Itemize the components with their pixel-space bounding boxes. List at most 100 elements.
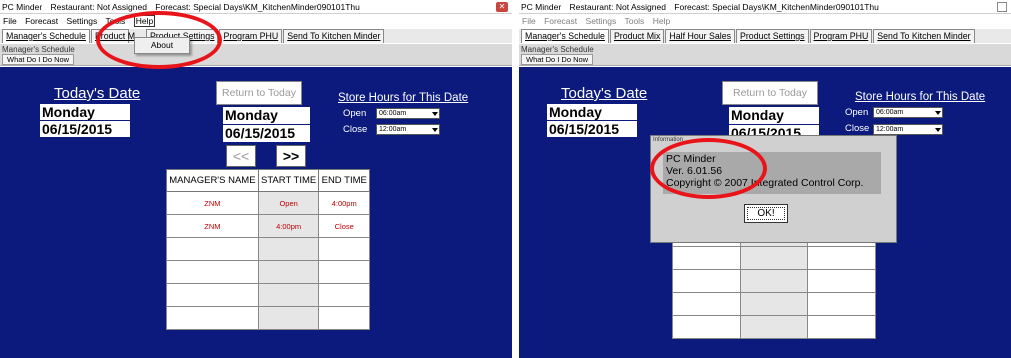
- menu-tools[interactable]: Tools: [624, 16, 644, 26]
- menu-settings[interactable]: Settings: [67, 16, 98, 26]
- store-hours-title: Store Hours for This Date: [338, 92, 469, 104]
- selected-day: Monday: [729, 107, 819, 124]
- today-day: Monday: [547, 104, 637, 120]
- end-time-cell[interactable]: 4:00pm: [318, 191, 370, 215]
- right-screenshot: PC Minder Restaurant: Not Assigned Forec…: [519, 0, 1011, 358]
- managers-schedule-table: MANAGER'S NAME START TIME END TIME ZNM O…: [166, 169, 370, 330]
- tab-bar: Manager's Schedule Product M Product Setti…: [0, 29, 512, 43]
- dialog-version: Ver. 6.01.56: [666, 165, 723, 177]
- dialog-message: PC Minder Ver. 6.01.56 Copyright © 2007 …: [663, 152, 881, 194]
- open-time-select[interactable]: 06:00am: [376, 108, 440, 119]
- table-row[interactable]: [672, 315, 876, 339]
- todays-date-label: Today's Date: [561, 85, 648, 102]
- end-time-cell[interactable]: [807, 269, 876, 293]
- tab-product-settings[interactable]: Product Settings: [736, 29, 809, 43]
- chevron-down-icon: [935, 111, 941, 115]
- close-label: Close: [343, 124, 368, 135]
- next-date-button[interactable]: >>: [276, 145, 306, 167]
- end-time-cell[interactable]: [318, 306, 370, 330]
- tab-send-to-kitchen-minder[interactable]: Send To Kitchen Minder: [873, 29, 975, 43]
- menu-help[interactable]: Help: [653, 16, 670, 26]
- manager-name-cell[interactable]: ZNM: [166, 214, 259, 238]
- end-time-cell[interactable]: [318, 237, 370, 261]
- tab-managers-schedule[interactable]: Manager's Schedule: [521, 29, 609, 43]
- previous-date-button[interactable]: <<: [226, 145, 256, 167]
- menu-forecast[interactable]: Forecast: [25, 16, 58, 26]
- maximize-icon[interactable]: [997, 2, 1007, 12]
- selected-date: 06/15/2015: [223, 125, 310, 142]
- dialog-app-name: PC Minder: [666, 153, 716, 165]
- end-time-cell[interactable]: [807, 246, 876, 270]
- restaurant-status: Restaurant: Not Assigned: [569, 2, 666, 12]
- tab-program-phu[interactable]: Program PHU: [809, 29, 873, 43]
- table-row[interactable]: [166, 283, 370, 307]
- what-do-i-do-now-button[interactable]: What Do I Do Now: [521, 54, 594, 65]
- end-time-cell[interactable]: [807, 315, 876, 339]
- start-time-cell[interactable]: [739, 315, 809, 339]
- today-date: 06/15/2015: [40, 121, 130, 137]
- start-time-cell[interactable]: 4:00pm: [257, 214, 320, 238]
- tab-managers-schedule[interactable]: Manager's Schedule: [2, 29, 90, 43]
- start-time-cell[interactable]: Open: [257, 191, 320, 215]
- start-time-cell[interactable]: [257, 306, 320, 330]
- end-time-cell[interactable]: [807, 292, 876, 316]
- table-row[interactable]: [166, 306, 370, 330]
- close-icon[interactable]: ✕: [496, 2, 508, 12]
- open-label: Open: [343, 108, 367, 119]
- selected-day: Monday: [223, 107, 310, 124]
- start-time-cell[interactable]: [257, 283, 320, 307]
- manager-name-cell[interactable]: [672, 269, 741, 293]
- table-row[interactable]: ZNM 4:00pm Close: [166, 214, 370, 238]
- tab-send-to-kitchen-minder[interactable]: Send To Kitchen Minder: [283, 29, 385, 43]
- ok-button[interactable]: OK!: [744, 204, 788, 223]
- menu-file[interactable]: File: [522, 16, 536, 26]
- manager-name-cell[interactable]: [166, 283, 259, 307]
- manager-name-cell[interactable]: [166, 260, 259, 284]
- manager-name-cell[interactable]: [672, 292, 741, 316]
- menu-settings[interactable]: Settings: [586, 16, 617, 26]
- table-row[interactable]: [672, 246, 876, 270]
- menu-file[interactable]: File: [3, 16, 17, 26]
- manager-name-cell[interactable]: [166, 237, 259, 261]
- menu-help[interactable]: Help: [133, 15, 156, 27]
- end-time-cell[interactable]: Close: [318, 214, 370, 238]
- table-row[interactable]: [672, 292, 876, 316]
- end-time-cell[interactable]: [318, 283, 370, 307]
- close-time-value: 12:00am: [379, 126, 407, 133]
- manager-name-cell[interactable]: ZNM: [166, 191, 259, 215]
- start-time-cell[interactable]: [739, 246, 809, 270]
- help-about-menu-item[interactable]: About: [134, 37, 190, 54]
- return-to-today-button[interactable]: Return to Today: [722, 81, 818, 105]
- table-row[interactable]: ZNM Open 4:00pm: [166, 191, 370, 215]
- forecast-status: Forecast: Special Days\KM_KitchenMinder0…: [155, 2, 360, 12]
- information-dialog: Information PC Minder Ver. 6.01.56 Copyr…: [650, 135, 897, 243]
- return-to-today-button[interactable]: Return to Today: [216, 81, 302, 105]
- what-do-i-do-now-button[interactable]: What Do I Do Now: [2, 54, 75, 65]
- table-row[interactable]: [166, 260, 370, 284]
- close-time-select[interactable]: 12:00am: [873, 124, 943, 135]
- menu-bar: File Forecast Settings Tools Help: [519, 15, 1011, 27]
- tab-program-phu[interactable]: Program PHU: [219, 29, 283, 43]
- start-time-cell[interactable]: [257, 260, 320, 284]
- tab-product-mix[interactable]: Product M: [90, 29, 135, 43]
- manager-name-cell[interactable]: [672, 315, 741, 339]
- table-row[interactable]: [166, 237, 370, 261]
- start-time-cell[interactable]: [739, 292, 809, 316]
- app-title: PC Minder: [521, 2, 562, 12]
- tab-product-mix[interactable]: Product Mix: [609, 29, 665, 43]
- menu-forecast[interactable]: Forecast: [544, 16, 577, 26]
- close-label: Close: [845, 123, 870, 134]
- close-time-select[interactable]: 12:00am: [376, 124, 440, 135]
- menu-tools[interactable]: Tools: [105, 16, 125, 26]
- manager-name-cell[interactable]: [672, 246, 741, 270]
- table-row[interactable]: [672, 269, 876, 293]
- end-time-cell[interactable]: [318, 260, 370, 284]
- chevron-down-icon: [432, 128, 438, 132]
- start-time-cell[interactable]: [257, 237, 320, 261]
- manager-name-cell[interactable]: [166, 306, 259, 330]
- start-time-cell[interactable]: [739, 269, 809, 293]
- tab-half-hour-sales[interactable]: Half Hour Sales: [665, 29, 735, 43]
- column-header-start-time: START TIME: [257, 169, 320, 192]
- todays-date-label: Today's Date: [54, 85, 141, 102]
- open-time-select[interactable]: 06:00am: [873, 107, 943, 118]
